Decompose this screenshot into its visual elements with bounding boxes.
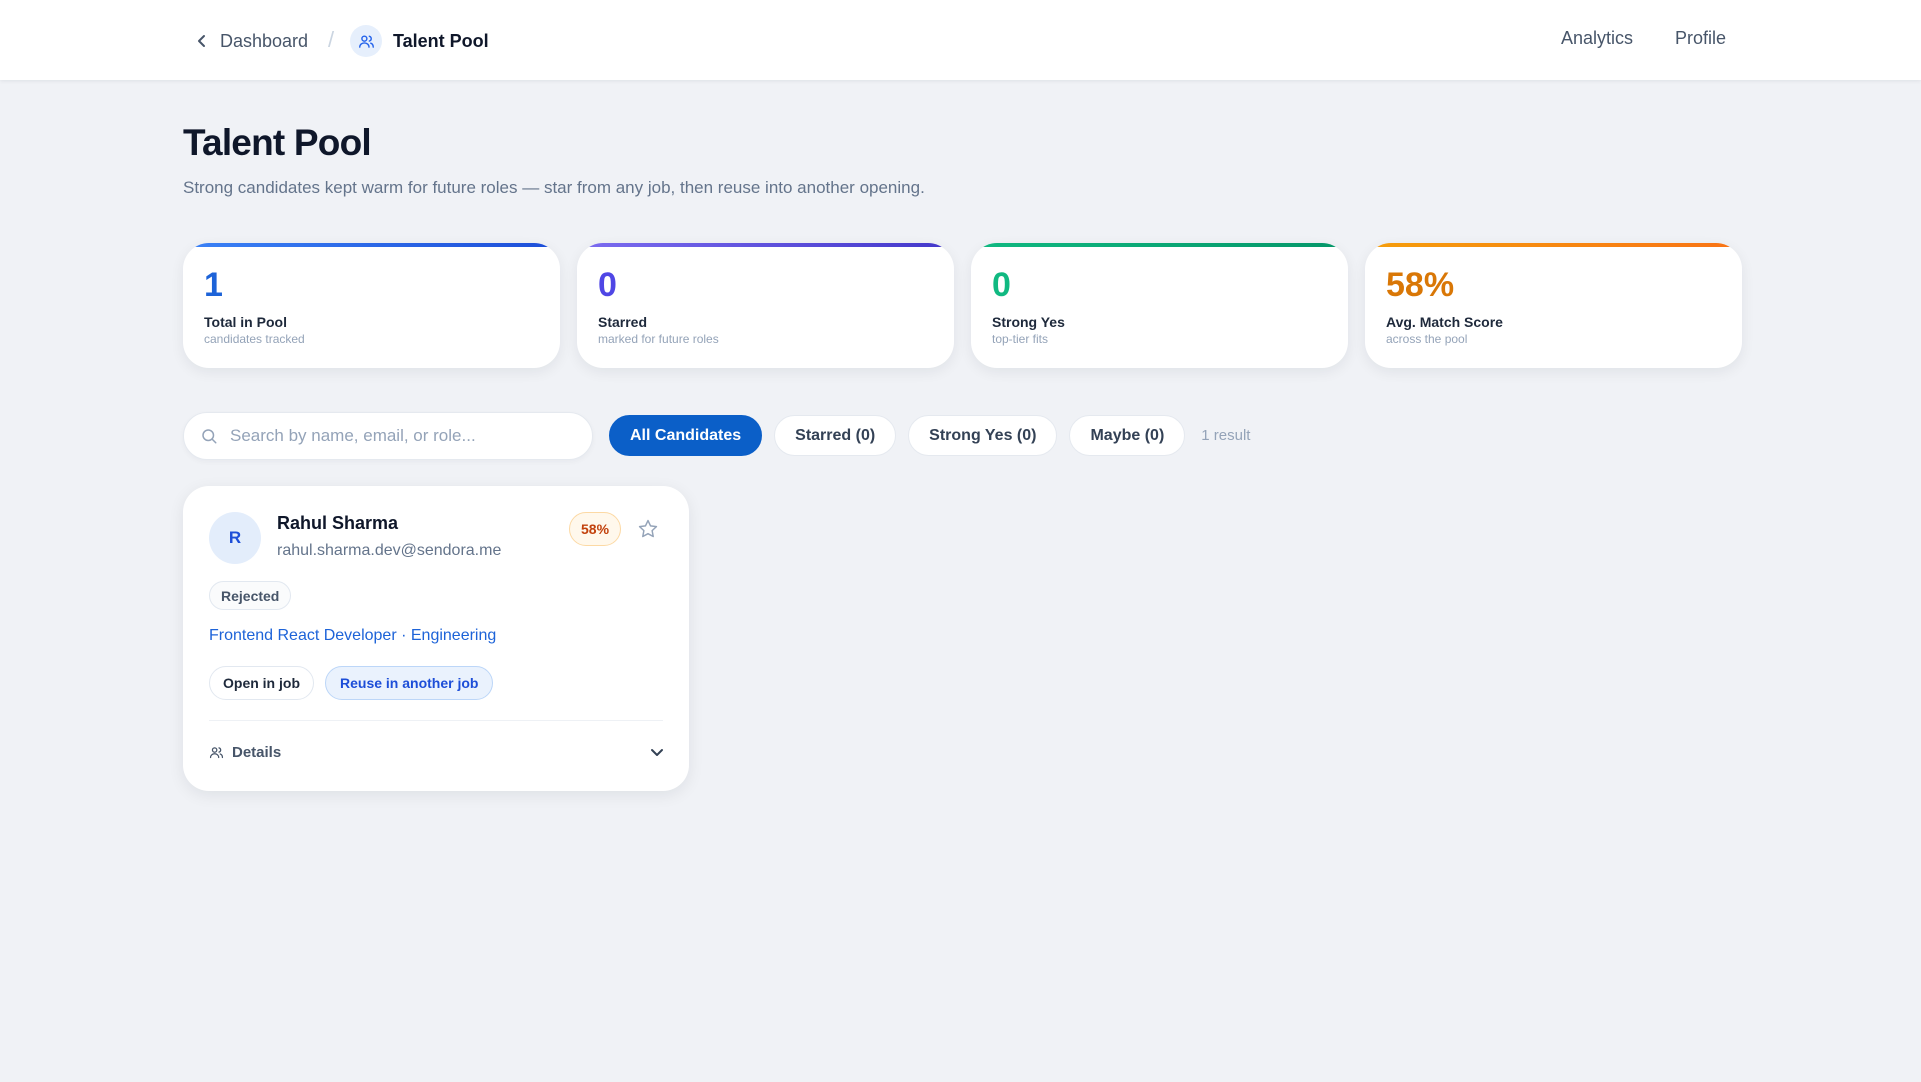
breadcrumb-separator: / xyxy=(328,27,335,52)
breadcrumb-current-label: Talent Pool xyxy=(393,30,489,51)
stat-sub: across the pool xyxy=(1386,332,1468,346)
stat-card-avg-match: 58% Avg. Match Score across the pool xyxy=(1365,243,1742,368)
search-icon xyxy=(202,429,217,444)
job-link[interactable]: Frontend React Developer · Engineering xyxy=(209,627,496,645)
nav-links: Analytics Profile xyxy=(1561,28,1726,49)
details-label: Details xyxy=(232,743,282,761)
chevron-left-icon xyxy=(198,35,205,47)
stat-card-strong-yes: 0 Strong Yes top-tier fits xyxy=(971,243,1348,368)
stat-accent-bar xyxy=(1365,243,1742,247)
candidate-name: Rahul Sharma xyxy=(277,513,399,533)
search-box xyxy=(183,412,593,460)
back-label: Dashboard xyxy=(220,30,309,51)
chevron-down-icon xyxy=(651,749,663,756)
filter-chip-starred[interactable]: Starred (0) xyxy=(774,415,897,456)
stat-sub: candidates tracked xyxy=(204,332,305,346)
avatar: R xyxy=(209,512,261,564)
status-badge: Rejected xyxy=(209,581,292,610)
reuse-in-another-job-button[interactable]: Reuse in another job xyxy=(325,666,494,700)
candidate-email: rahul.sharma.dev@sendora.me xyxy=(277,542,502,559)
stat-accent-bar xyxy=(183,243,560,247)
details-toggle[interactable]: Details xyxy=(209,740,665,764)
stat-label: Total in Pool xyxy=(204,314,287,330)
nav-link-analytics[interactable]: Analytics xyxy=(1561,28,1633,49)
stat-value: 1 xyxy=(204,266,223,304)
top-nav: Dashboard / Talent Pool Analytics Profil… xyxy=(0,0,1921,80)
stat-card-starred: 0 Starred marked for future roles xyxy=(577,243,954,368)
breadcrumb-current: Talent Pool xyxy=(350,24,489,58)
stat-sub: top-tier fits xyxy=(992,332,1049,346)
stat-card-total: 1 Total in Pool candidates tracked xyxy=(183,243,560,368)
stat-sub: marked for future roles xyxy=(598,332,719,346)
stat-value: 58% xyxy=(1386,266,1455,304)
stat-accent-bar xyxy=(577,243,954,247)
candidate-card: R Rahul Sharma rahul.sharma.dev@sendora.… xyxy=(183,486,689,791)
details-header: Details xyxy=(209,744,281,761)
stat-label: Avg. Match Score xyxy=(1386,314,1503,330)
stat-label: Strong Yes xyxy=(992,314,1065,330)
card-divider xyxy=(209,720,663,721)
search-input[interactable] xyxy=(230,426,560,446)
back-to-dashboard-link[interactable]: Dashboard xyxy=(194,26,308,56)
stat-value: 0 xyxy=(992,266,1011,304)
stat-value: 0 xyxy=(598,266,617,304)
stats-row: 1 Total in Pool candidates tracked 0 Sta… xyxy=(183,243,1742,368)
star-icon[interactable] xyxy=(637,518,659,540)
stat-label: Starred xyxy=(598,314,648,330)
filter-chip-strong-yes[interactable]: Strong Yes (0) xyxy=(908,415,1058,456)
users-icon xyxy=(209,746,224,758)
page-subtitle: Strong candidates kept warm for future r… xyxy=(183,178,925,197)
page-title: Talent Pool xyxy=(183,122,372,163)
stat-accent-bar xyxy=(971,243,1348,247)
filter-chip-maybe[interactable]: Maybe (0) xyxy=(1069,415,1186,456)
open-in-job-button[interactable]: Open in job xyxy=(209,666,314,700)
match-score-badge: 58% xyxy=(569,512,622,546)
filter-chips: All Candidates Starred (0) Strong Yes (0… xyxy=(609,415,1250,456)
nav-link-profile[interactable]: Profile xyxy=(1675,28,1726,49)
result-count: 1 result xyxy=(1201,427,1251,444)
users-icon xyxy=(350,25,382,57)
filter-chip-all[interactable]: All Candidates xyxy=(609,415,763,456)
